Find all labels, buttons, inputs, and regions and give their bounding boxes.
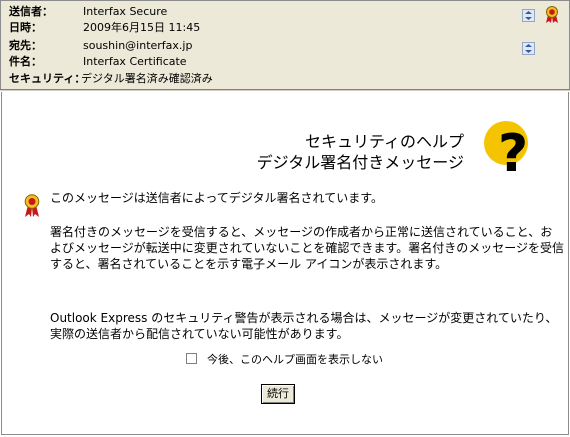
to-value[interactable]: soushin@interfax.jp: [83, 38, 192, 54]
to-label: 宛先：: [9, 39, 42, 52]
scroll-arrows-icon[interactable]: [522, 9, 535, 22]
continue-button[interactable]: 続行: [261, 384, 295, 404]
help-title-line2: デジタル署名付きメッセージ: [256, 153, 464, 172]
subject-label: 件名：: [9, 55, 42, 68]
help-title-line1: セキュリティのヘルプ: [304, 132, 464, 151]
security-label: セキュリティ：: [9, 72, 86, 85]
security-help-panel: セキュリティのヘルプ デジタル署名付きメッセージ ? このメッセージは送信者によ…: [1, 92, 569, 435]
help-paragraph-1: 署名付きのメッセージを受信すると、メッセージの作成者から正常に送信されていること…: [50, 225, 564, 271]
certificate-seal-icon[interactable]: [545, 6, 559, 28]
security-value: デジタル署名済み確認済み: [81, 72, 213, 85]
certificate-seal-icon: [24, 194, 40, 222]
from-value[interactable]: Interfax Secure: [83, 4, 167, 20]
date-value: 2009年6月15日 11:45: [83, 21, 201, 34]
svg-text:?: ?: [498, 124, 528, 181]
from-label: 送信者：: [9, 5, 53, 18]
dont-show-again-label[interactable]: 今後、このヘルプ画面を表示しない: [207, 353, 383, 366]
question-mark-icon: ?: [480, 117, 528, 185]
dont-show-again-row[interactable]: 今後、このヘルプ画面を表示しない: [186, 353, 383, 367]
subject-value: Interfax Certificate: [83, 55, 187, 68]
scroll-arrows-icon[interactable]: [522, 42, 535, 55]
dont-show-again-checkbox[interactable]: [186, 353, 197, 364]
signed-intro-text: このメッセージは送信者によってデジタル署名されています。: [50, 191, 384, 205]
message-header-pane: 送信者： Interfax Secure 日時： 2009年6月15日 11:4…: [0, 0, 570, 90]
help-paragraph-2: Outlook Express のセキュリティ警告が表示される場合は、メッセージ…: [50, 311, 558, 341]
date-label: 日時：: [9, 21, 42, 34]
